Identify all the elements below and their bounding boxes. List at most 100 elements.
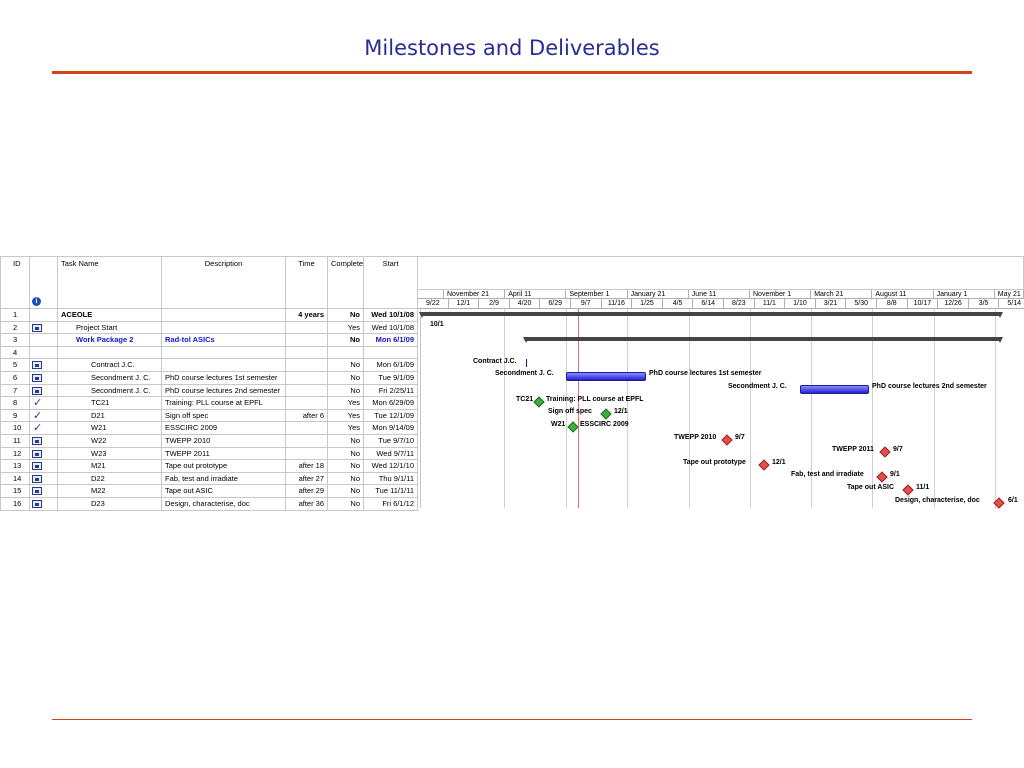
cell-start[interactable]: Wed 9/7/11 xyxy=(364,447,418,461)
cell-start[interactable]: Tue 9/1/09 xyxy=(364,372,418,385)
cell-complete[interactable]: No xyxy=(328,309,364,322)
cell-id[interactable]: 8 xyxy=(0,397,30,410)
cell-time[interactable] xyxy=(286,321,328,335)
cell-description[interactable] xyxy=(162,346,286,360)
cell-task-name[interactable]: ACEOLE xyxy=(58,309,162,322)
cell-description[interactable]: Training: PLL course at EPFL xyxy=(162,397,286,410)
cell-time[interactable] xyxy=(286,422,328,435)
cell-id[interactable]: 7 xyxy=(0,384,30,398)
cell-task-name[interactable]: D21 xyxy=(58,409,162,423)
cell-description[interactable]: Sign off spec xyxy=(162,409,286,423)
cell-task-name[interactable]: W23 xyxy=(58,447,162,461)
cell-id[interactable]: 15 xyxy=(0,485,30,498)
cell-description[interactable]: PhD course lectures 2nd semester xyxy=(162,384,286,398)
cell-description[interactable] xyxy=(162,359,286,372)
milestone-diamond[interactable] xyxy=(533,396,545,408)
cell-description[interactable]: Tape out ASIC xyxy=(162,485,286,498)
cell-time[interactable]: 4 years xyxy=(286,309,328,322)
header-time[interactable]: Time xyxy=(286,256,328,309)
cell-start[interactable]: Tue 11/1/11 xyxy=(364,485,418,498)
cell-start[interactable]: Mon 9/14/09 xyxy=(364,422,418,435)
cell-task-name[interactable] xyxy=(58,346,162,360)
cell-time[interactable] xyxy=(286,372,328,385)
cell-complete[interactable]: No xyxy=(328,384,364,398)
cell-id[interactable]: 11 xyxy=(0,435,30,448)
cell-id[interactable]: 14 xyxy=(0,472,30,486)
cell-time[interactable]: after 36 xyxy=(286,498,328,511)
cell-id[interactable]: 10 xyxy=(0,422,30,435)
cell-complete[interactable]: No xyxy=(328,372,364,385)
cell-time[interactable]: after 27 xyxy=(286,472,328,486)
cell-description[interactable]: Fab, test and irradiate xyxy=(162,472,286,486)
header-start[interactable]: Start xyxy=(364,256,418,309)
task-bar-semester-2[interactable] xyxy=(800,385,869,394)
cell-complete[interactable]: No xyxy=(328,498,364,511)
milestone-diamond[interactable] xyxy=(600,408,612,420)
header-description[interactable]: Description xyxy=(162,256,286,309)
cell-id[interactable]: 6 xyxy=(0,372,30,385)
cell-description[interactable]: PhD course lectures 1st semester xyxy=(162,372,286,385)
cell-complete[interactable]: No xyxy=(328,472,364,486)
cell-id[interactable]: 12 xyxy=(0,447,30,461)
cell-description[interactable]: TWEPP 2010 xyxy=(162,435,286,448)
cell-id[interactable]: 4 xyxy=(0,346,30,360)
cell-task-name[interactable]: D22 xyxy=(58,472,162,486)
cell-complete[interactable]: Yes xyxy=(328,422,364,435)
cell-time[interactable] xyxy=(286,334,328,347)
cell-task-name[interactable]: D23 xyxy=(58,498,162,511)
cell-time[interactable] xyxy=(286,447,328,461)
cell-start[interactable]: Thu 9/1/11 xyxy=(364,472,418,486)
cell-id[interactable]: 16 xyxy=(0,498,30,511)
cell-id[interactable]: 9 xyxy=(0,409,30,423)
task-bar-semester-1[interactable] xyxy=(566,372,646,381)
summary-bar-aceole[interactable] xyxy=(419,312,1003,318)
cell-description[interactable] xyxy=(162,321,286,335)
cell-time[interactable]: after 6 xyxy=(286,409,328,423)
cell-complete[interactable]: Yes xyxy=(328,409,364,423)
cell-complete[interactable]: No xyxy=(328,447,364,461)
cell-description[interactable]: Design, characterise, doc xyxy=(162,498,286,511)
cell-complete[interactable] xyxy=(328,346,364,360)
cell-indicator[interactable] xyxy=(30,309,58,322)
cell-complete[interactable]: No xyxy=(328,485,364,498)
cell-complete[interactable]: Yes xyxy=(328,397,364,410)
cell-start[interactable]: Mon 6/1/09 xyxy=(364,334,418,347)
milestone-diamond[interactable] xyxy=(567,421,579,433)
summary-bar-wp2[interactable] xyxy=(523,337,1003,343)
cell-complete[interactable]: Yes xyxy=(328,321,364,335)
cell-start[interactable]: Fri 6/1/12 xyxy=(364,498,418,511)
milestone-diamond[interactable] xyxy=(721,434,733,446)
cell-description[interactable]: Tape out prototype xyxy=(162,460,286,473)
cell-description[interactable]: ESSCIRC 2009 xyxy=(162,422,286,435)
cell-start[interactable] xyxy=(364,346,418,360)
cell-task-name[interactable]: Project Start xyxy=(58,321,162,335)
contract-marker[interactable] xyxy=(526,359,527,367)
cell-time[interactable] xyxy=(286,346,328,360)
milestone-diamond[interactable] xyxy=(879,446,891,458)
cell-task-name[interactable]: Work Package 2 xyxy=(58,334,162,347)
cell-description[interactable]: Rad-tol ASICs xyxy=(162,334,286,347)
cell-indicator[interactable] xyxy=(30,334,58,347)
cell-task-name[interactable]: W22 xyxy=(58,435,162,448)
cell-id[interactable]: 2 xyxy=(0,321,30,335)
cell-task-name[interactable]: TC21 xyxy=(58,397,162,410)
cell-time[interactable]: after 29 xyxy=(286,485,328,498)
cell-id[interactable]: 5 xyxy=(0,359,30,372)
cell-time[interactable] xyxy=(286,435,328,448)
cell-start[interactable]: Wed 12/1/10 xyxy=(364,460,418,473)
cell-task-name[interactable]: W21 xyxy=(58,422,162,435)
cell-time[interactable]: after 18 xyxy=(286,460,328,473)
cell-task-name[interactable]: M22 xyxy=(58,485,162,498)
milestone-diamond[interactable] xyxy=(758,459,770,471)
cell-description[interactable]: TWEPP 2011 xyxy=(162,447,286,461)
cell-description[interactable] xyxy=(162,309,286,322)
milestone-diamond[interactable] xyxy=(876,471,888,483)
cell-start[interactable]: Mon 6/29/09 xyxy=(364,397,418,410)
cell-task-name[interactable]: M21 xyxy=(58,460,162,473)
cell-task-name[interactable]: Secondment J. C. xyxy=(58,384,162,398)
cell-time[interactable] xyxy=(286,384,328,398)
cell-complete[interactable]: No xyxy=(328,460,364,473)
header-complete[interactable]: Complete xyxy=(328,256,364,309)
cell-time[interactable] xyxy=(286,359,328,372)
cell-start[interactable]: Fri 2/25/11 xyxy=(364,384,418,398)
